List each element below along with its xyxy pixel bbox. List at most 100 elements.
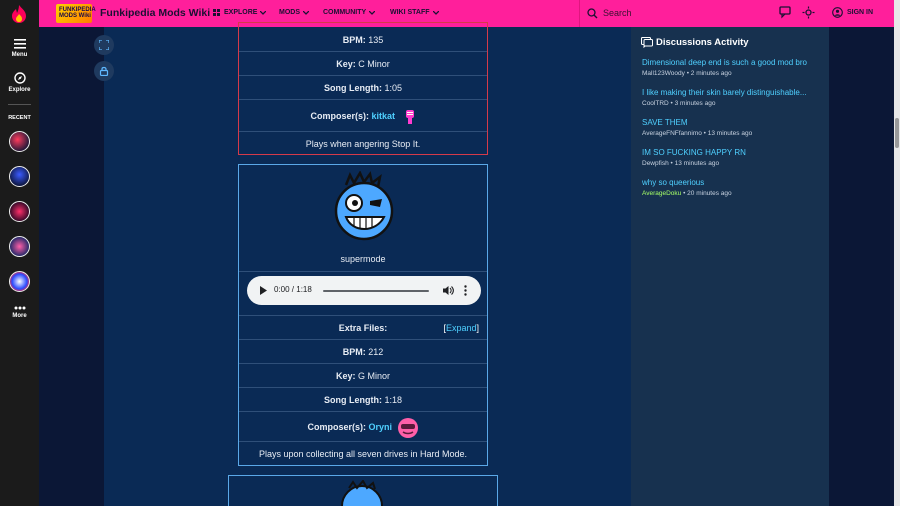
discussion-time: 13 minutes ago	[707, 130, 753, 137]
nav-community-label: COMMUNITY	[323, 9, 367, 16]
composer-label: Composer(s):	[307, 422, 366, 432]
length-label: Song Length:	[323, 395, 382, 405]
volume-icon[interactable]	[443, 285, 454, 296]
wiki-name-link[interactable]: Funkipedia Mods Wiki	[100, 7, 210, 19]
nav-mods-label: MODS	[279, 9, 300, 16]
composer-row: Composer(s): kitkat	[239, 99, 487, 131]
fullscreen-button[interactable]	[94, 35, 114, 55]
nav-community[interactable]: COMMUNITY	[323, 9, 376, 16]
length-row: Song Length: 1:18	[239, 387, 487, 411]
lock-button[interactable]	[94, 61, 114, 81]
more-label: More	[12, 313, 27, 319]
recent-label: RECENT	[8, 115, 31, 121]
discussion-user[interactable]: CoolTRD	[642, 100, 669, 107]
discussion-link[interactable]: SAVE THEM	[642, 118, 822, 127]
song-title: supermode	[239, 247, 487, 271]
menu-label: Menu	[11, 52, 28, 58]
discussion-time: 13 minutes ago	[674, 160, 720, 167]
key-label: Key:	[335, 371, 356, 381]
length-value: 1:18	[384, 395, 403, 405]
song-infobox-3	[228, 475, 498, 506]
nav-wiki-staff[interactable]: WIKI STAFF	[390, 9, 439, 16]
recent-wiki-avatar-2[interactable]	[9, 166, 30, 187]
discussion-link[interactable]: IM SO FUCKING HAPPY RN	[642, 148, 822, 157]
search-bar[interactable]: Search	[579, 0, 774, 27]
key-value: G Minor	[358, 371, 391, 381]
discussion-time: 20 minutes ago	[687, 190, 732, 197]
expand-toggle[interactable]: [Expand]	[443, 316, 479, 340]
explore-button[interactable]: Explore	[0, 72, 39, 93]
extra-files-row: Extra Files: [Expand]	[239, 315, 487, 339]
discussion-time: 2 minutes ago	[690, 70, 732, 77]
expand-link[interactable]: Expand	[446, 323, 477, 333]
wiki-logo-text: FUNKIPEDIA MODS Wiki	[59, 7, 96, 19]
wiki-logo[interactable]: FUNKIPEDIA MODS Wiki	[56, 4, 96, 23]
lock-icon	[99, 66, 109, 76]
discussion-user[interactable]: Mall123Woody	[642, 70, 685, 77]
composer-avatar-icon	[405, 109, 414, 124]
discussion-user[interactable]: Dewpfish	[642, 160, 669, 167]
song-note: Plays when angering Stop It.	[305, 139, 421, 149]
recent-wiki-avatar-4[interactable]	[9, 236, 30, 257]
recent-wiki-avatar-3[interactable]	[9, 201, 30, 222]
discussion-link[interactable]: why so queerious	[642, 178, 822, 187]
discussion-link[interactable]: Dimensional deep end is such a good mod …	[642, 58, 822, 67]
more-dots-icon	[14, 306, 25, 310]
bpm-value: 135	[368, 35, 384, 45]
discussion-time: 3 minutes ago	[674, 100, 716, 107]
discussions-icon	[641, 37, 653, 48]
discussion-link[interactable]: I like making their skin barely distingu…	[642, 88, 822, 97]
key-value: C Minor	[358, 59, 390, 69]
discussions-sidebar: Discussions Activity Dimensional deep en…	[631, 27, 829, 506]
composer-link[interactable]: Oryni	[369, 422, 393, 432]
page-background	[829, 27, 894, 506]
global-nav-rail: Menu Explore RECENT More	[0, 0, 39, 506]
theme-toggle-icon[interactable]	[802, 6, 815, 19]
nav-explore[interactable]: EXPLORE	[213, 9, 267, 16]
song-infobox-2: supermode 0:00 / 1:18 Extra Files: [Expa…	[238, 164, 488, 466]
more-button[interactable]: More	[0, 306, 39, 319]
chevron-down-icon	[369, 10, 376, 15]
bpm-label: BPM:	[342, 347, 366, 357]
key-row: Key: G Minor	[239, 363, 487, 387]
audio-progress-track[interactable]	[323, 290, 429, 292]
bpm-label: BPM:	[342, 35, 366, 45]
composer-avatar-icon	[397, 417, 418, 438]
play-icon[interactable]	[260, 286, 267, 295]
nav-mods[interactable]: MODS	[279, 9, 309, 16]
explore-label: Explore	[8, 87, 31, 93]
sign-in-button[interactable]: SIGN IN	[832, 7, 873, 18]
hamburger-icon	[13, 39, 26, 49]
bpm-row: BPM: 212	[239, 339, 487, 363]
audio-player[interactable]: 0:00 / 1:18	[247, 276, 481, 305]
song-note-row: Plays when angering Stop It.	[239, 131, 487, 155]
song-note: Plays upon collecting all seven drives i…	[258, 449, 468, 459]
expand-icon	[99, 40, 109, 50]
discussion-user[interactable]: AverageDoku	[642, 190, 681, 197]
fandom-logo-icon[interactable]	[9, 4, 29, 24]
discussions-icon[interactable]	[779, 6, 792, 19]
search-icon	[587, 8, 598, 19]
recent-wiki-avatar-1[interactable]	[9, 131, 30, 152]
song-note-row: Plays upon collecting all seven drives i…	[239, 441, 487, 466]
discussion-user[interactable]: AverageFNFfannimo	[642, 130, 702, 137]
scrollbar-thumb[interactable]	[895, 118, 899, 148]
chevron-down-icon	[432, 10, 439, 15]
length-label: Song Length:	[323, 83, 382, 93]
nav-wiki-staff-label: WIKI STAFF	[390, 9, 430, 16]
recent-wiki-avatar-5[interactable]	[9, 271, 30, 292]
audio-row: 0:00 / 1:18	[239, 271, 487, 315]
menu-button[interactable]: Menu	[0, 39, 39, 58]
nav-explore-label: EXPLORE	[224, 9, 258, 16]
more-options-icon[interactable]	[464, 285, 467, 296]
extra-files-label: Extra Files:	[338, 323, 388, 333]
composer-label: Composer(s):	[310, 111, 369, 121]
chevron-down-icon	[260, 10, 267, 15]
key-label: Key:	[336, 59, 356, 69]
bpm-row: BPM: 135	[239, 29, 487, 51]
page-scrollbar[interactable]	[894, 0, 900, 506]
discussion-meta: AverageDoku • 20 minutes ago	[642, 190, 732, 197]
bpm-value: 212	[368, 347, 384, 357]
composer-link[interactable]: kitkat	[372, 111, 396, 121]
discussion-meta: AverageFNFfannimo • 13 minutes ago	[642, 130, 753, 137]
